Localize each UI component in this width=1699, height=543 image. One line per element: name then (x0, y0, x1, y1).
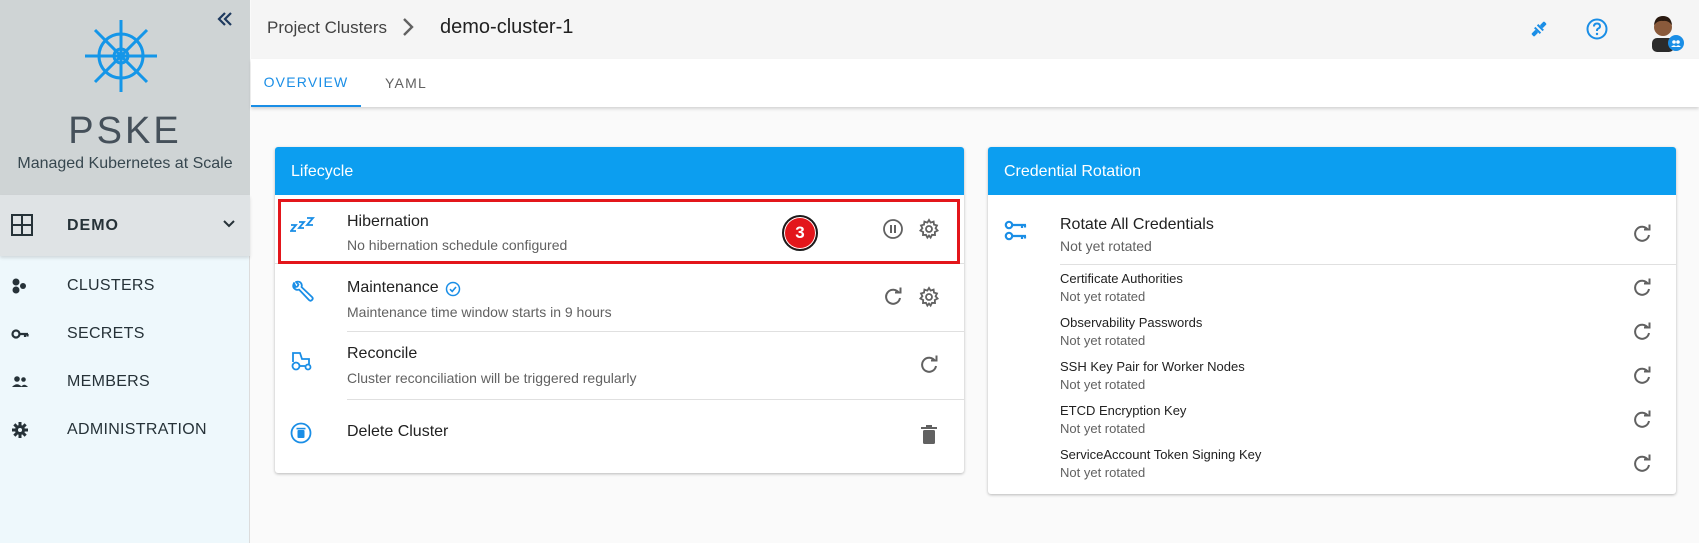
credential-rotation-title: Credential Rotation (988, 147, 1676, 195)
cred-item-status: Not yet rotated (1060, 289, 1146, 304)
rotate-serviceaccount-token-signing-key-button[interactable] (1629, 451, 1655, 477)
top-bar: Project Clusters demo-cluster-1 (251, 0, 1699, 59)
collapse-sidebar-button[interactable] (214, 8, 236, 30)
rotate-etcd-encryption-key-button[interactable] (1629, 407, 1655, 433)
cred-item-status: Not yet rotated (1060, 377, 1146, 392)
wrench-icon (292, 280, 314, 302)
sidebar-item-clusters[interactable]: CLUSTERS (0, 262, 250, 310)
refresh-icon (1634, 366, 1651, 384)
project-selector[interactable]: DEMO (0, 195, 250, 256)
plug-button[interactable] (1525, 15, 1553, 43)
rotate-certificate-authorities-button[interactable] (1629, 275, 1655, 301)
sidebar-item-label: SECRETS (67, 325, 145, 342)
double-chevron-left-icon (217, 12, 232, 26)
maintenance-title: Maintenance (347, 279, 439, 296)
rotate-all-title: Rotate All Credentials (1060, 216, 1214, 233)
grid-icon (11, 214, 33, 236)
chevron-right-icon (403, 18, 414, 36)
gear-icon (12, 422, 28, 438)
divider (1060, 264, 1676, 265)
members-icon (12, 376, 28, 387)
refresh-icon (1634, 322, 1651, 340)
brand-panel: PSKE Managed Kubernetes at Scale (0, 0, 250, 195)
clusters-icon (12, 278, 26, 294)
maintenance-run-button[interactable] (880, 284, 906, 310)
help-button[interactable] (1583, 15, 1611, 43)
delete-circle-icon (290, 422, 312, 444)
check-circle-icon (445, 281, 461, 297)
credential-rotation-card: Credential Rotation Rotate All Credentia… (988, 147, 1676, 494)
gear-icon (918, 286, 940, 308)
sidebar: PSKE Managed Kubernetes at Scale DEMO CL… (0, 0, 250, 543)
help-circle-icon (1586, 18, 1608, 40)
cred-item-status: Not yet rotated (1060, 333, 1146, 348)
refresh-icon (921, 355, 938, 373)
lifecycle-row-maintenance: Maintenance Maintenance time window star… (275, 264, 964, 331)
reconcile-title: Reconcile (347, 345, 418, 362)
helm-logo-icon (85, 20, 157, 92)
sidebar-item-secrets[interactable]: SECRETS (0, 310, 250, 358)
tab-bar: OVERVIEW YAML (251, 59, 1699, 107)
brand-subtitle: Managed Kubernetes at Scale (17, 155, 233, 172)
delete-cluster-button[interactable] (916, 422, 942, 448)
keys-icon (1004, 220, 1027, 241)
sidebar-item-administration[interactable]: ADMINISTRATION (0, 406, 250, 454)
refresh-icon (1634, 224, 1651, 242)
cred-item-status: Not yet rotated (1060, 465, 1146, 480)
reconcile-subtitle: Cluster reconciliation will be triggered… (347, 370, 637, 386)
lifecycle-card: Lifecycle Hibernation No hibernation sch… (275, 147, 964, 473)
refresh-icon (1634, 410, 1651, 428)
brand-title: PSKE (68, 110, 182, 152)
plug-disconnected-icon (1531, 21, 1547, 37)
cred-item-serviceaccount-token-signing-key: ServiceAccount Token Signing Key (1060, 447, 1262, 462)
maintenance-settings-button[interactable] (916, 284, 942, 310)
rotate-all-button[interactable] (1629, 221, 1655, 247)
cred-item-ssh-key-pair: SSH Key Pair for Worker Nodes (1060, 359, 1245, 374)
refresh-icon (1634, 278, 1651, 296)
key-icon (11, 329, 29, 339)
trash-icon (921, 425, 937, 444)
tractor-icon (291, 352, 312, 371)
breadcrumb-project-clusters[interactable]: Project Clusters (267, 18, 387, 38)
lifecycle-row-delete: Delete Cluster (275, 400, 964, 468)
avatar[interactable] (1646, 12, 1684, 52)
cred-item-certificate-authorities: Certificate Authorities (1060, 271, 1183, 286)
reconcile-button[interactable] (916, 352, 942, 378)
annotation-step-badge: 3 (782, 215, 818, 251)
tab-overview[interactable]: OVERVIEW (251, 59, 361, 107)
project-name: DEMO (67, 217, 119, 234)
refresh-icon (885, 287, 902, 305)
rotate-all-status: Not yet rotated (1060, 238, 1152, 254)
rotate-ssh-key-pair-button[interactable] (1629, 363, 1655, 389)
chevron-down-icon (223, 220, 235, 228)
page-title: demo-cluster-1 (440, 16, 574, 38)
sidebar-item-members[interactable]: MEMBERS (0, 358, 250, 406)
hibernation-highlight-box (278, 199, 960, 264)
rotate-observability-passwords-button[interactable] (1629, 319, 1655, 345)
tab-yaml[interactable]: YAML (361, 59, 451, 107)
maintenance-subtitle: Maintenance time window starts in 9 hour… (347, 304, 612, 320)
sidebar-item-label: ADMINISTRATION (67, 421, 207, 438)
delete-cluster-title: Delete Cluster (347, 423, 449, 440)
cred-item-etcd-encryption-key: ETCD Encryption Key (1060, 403, 1187, 418)
sidebar-item-label: MEMBERS (67, 373, 150, 390)
refresh-icon (1634, 454, 1651, 472)
sidebar-item-label: CLUSTERS (67, 277, 155, 294)
cred-item-observability-passwords: Observability Passwords (1060, 315, 1203, 330)
lifecycle-card-title: Lifecycle (275, 147, 964, 195)
lifecycle-row-reconcile: Reconcile Cluster reconciliation will be… (275, 332, 964, 399)
cred-item-status: Not yet rotated (1060, 421, 1146, 436)
